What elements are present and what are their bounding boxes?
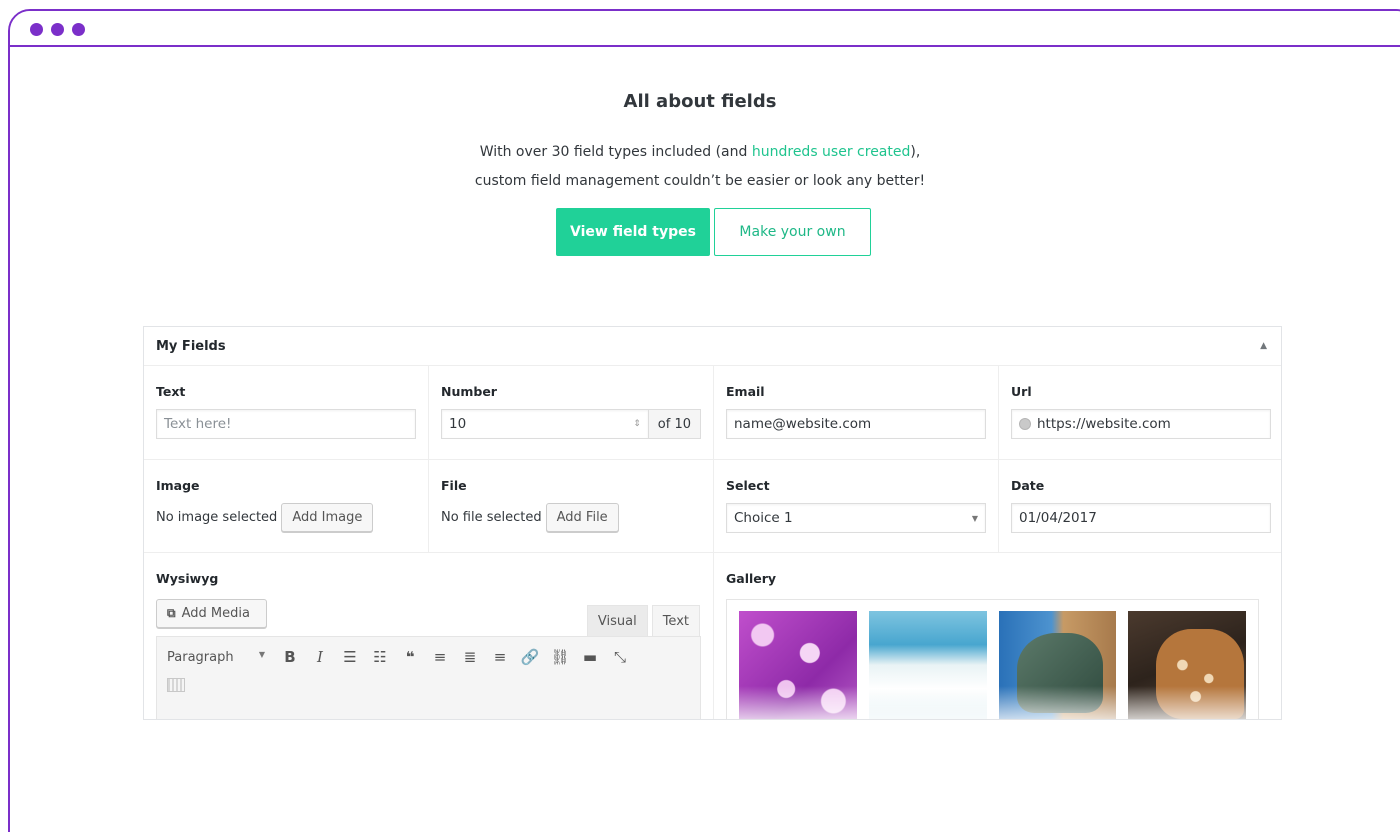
add-file-button[interactable]: Add File: [545, 503, 619, 532]
url-input[interactable]: https://website.com: [1011, 409, 1271, 439]
image-uploader: No image selected Add Image: [156, 503, 416, 532]
align-right-icon[interactable]: ≡: [485, 648, 515, 666]
url-field-label: Url: [1011, 384, 1032, 399]
select-field-label: Select: [726, 478, 770, 493]
statue-shape: [1016, 633, 1103, 713]
date-field-cell: Date 01/04/2017: [999, 460, 1281, 552]
panel-title: My Fields: [156, 339, 226, 354]
hundreds-user-created-link[interactable]: hundreds user created: [752, 144, 911, 160]
giraffe-photo[interactable]: [1128, 611, 1246, 719]
hero-line1-text: With over 30 field types included (and: [479, 144, 752, 160]
link-icon[interactable]: 🔗: [515, 648, 545, 666]
number-append: of 10: [648, 409, 701, 439]
align-left-icon[interactable]: ≡: [425, 648, 455, 666]
align-center-icon[interactable]: ≣: [455, 648, 485, 666]
numbered-list-icon[interactable]: ☷: [365, 648, 395, 666]
toolbar-row: [163, 671, 694, 699]
kitchen-sink-icon[interactable]: [167, 678, 185, 692]
image-field-cell: Image No image selected Add Image: [144, 460, 429, 552]
image-status: No image selected: [156, 510, 278, 525]
url-value: https://website.com: [1037, 416, 1171, 432]
my-fields-panel: My Fields ▲ Text Text here! Number 10 ⇕ …: [143, 326, 1282, 720]
bold-icon[interactable]: B: [275, 648, 305, 666]
text-field-label: Text: [156, 384, 186, 399]
add-media-label: Add Media: [181, 606, 250, 621]
add-image-button[interactable]: Add Image: [281, 503, 374, 532]
tab-visual[interactable]: Visual: [586, 605, 648, 636]
image-field-label: Image: [156, 478, 200, 493]
hero-line1-end: ),: [910, 144, 921, 160]
globe-icon: [1019, 418, 1031, 430]
read-more-icon[interactable]: ▬: [575, 648, 605, 666]
file-field-label: File: [441, 478, 467, 493]
email-field-label: Email: [726, 384, 765, 399]
fields-row: Wysiwyg ⧉ Add Media Visual Text Paragrap…: [144, 553, 1281, 719]
editor-tabs: Visual Text: [583, 605, 700, 636]
chevron-down-icon: ▼: [258, 649, 265, 659]
select-field-cell: Select Choice 1 ▼: [714, 460, 999, 552]
format-select[interactable]: Paragraph ▼: [163, 650, 275, 665]
giraffe-shape: [1156, 629, 1245, 719]
number-value: 10: [449, 416, 467, 432]
date-input[interactable]: 01/04/2017: [1011, 503, 1271, 533]
triangle-up-icon[interactable]: ▲: [1260, 341, 1267, 351]
toolbar-row: Paragraph ▼ B I ☰ ☷ ❝ ≡ ≣ ≡ 🔗 ⛓ ▬ ⤡: [163, 643, 694, 671]
bullet-list-icon[interactable]: ☰: [335, 648, 365, 666]
email-field-cell: Email name@website.com: [714, 366, 999, 459]
make-your-own-button[interactable]: Make your own: [714, 208, 871, 256]
unlink-icon[interactable]: ⛓: [545, 648, 575, 666]
spinner-icon[interactable]: ⇕: [633, 419, 641, 429]
tab-text[interactable]: Text: [651, 605, 700, 636]
window-dot-icon: [72, 23, 85, 36]
ocean-wave-photo[interactable]: [868, 611, 987, 719]
file-uploader: No file selected Add File: [441, 503, 701, 532]
add-media-wrap: ⧉ Add Media: [156, 599, 267, 628]
statue-photo[interactable]: [998, 611, 1117, 719]
gallery-grid: [726, 599, 1259, 719]
window-dot-icon: [51, 23, 64, 36]
email-input[interactable]: name@website.com: [726, 409, 986, 439]
number-field-cell: Number 10 ⇕ of 10: [429, 366, 714, 459]
add-media-button[interactable]: ⧉ Add Media: [156, 599, 267, 628]
page-title: All about fields: [623, 91, 777, 112]
text-input[interactable]: Text here!: [156, 409, 416, 439]
select-value: Choice 1: [734, 510, 793, 526]
browser-titlebar: [10, 11, 1400, 47]
gallery-field-label: Gallery: [726, 571, 777, 586]
file-status: No file selected: [441, 510, 542, 525]
wysiwyg-field-label: Wysiwyg: [156, 571, 219, 586]
hero-line2-text: custom field management couldn’t be easi…: [474, 173, 926, 189]
chevron-down-icon: ▼: [971, 513, 978, 523]
panel-header[interactable]: My Fields ▲: [144, 327, 1281, 366]
url-field-cell: Url https://website.com: [999, 366, 1281, 459]
file-field-cell: File No file selected Add File: [429, 460, 714, 552]
format-value: Paragraph: [167, 649, 234, 665]
fields-row: Image No image selected Add Image File N…: [144, 460, 1281, 553]
view-field-types-button[interactable]: View field types: [556, 208, 710, 256]
number-input-group: 10 ⇕ of 10: [441, 409, 701, 439]
italic-icon[interactable]: I: [305, 648, 335, 666]
hero-description: With over 30 field types included (and h…: [0, 138, 1400, 196]
text-field-cell: Text Text here!: [144, 366, 429, 459]
wysiwyg-field-cell: Wysiwyg ⧉ Add Media Visual Text Paragrap…: [144, 553, 714, 719]
date-field-label: Date: [1011, 478, 1045, 493]
window-dot-icon: [30, 23, 43, 36]
flowers-photo[interactable]: [739, 611, 857, 719]
media-icon: ⧉: [167, 606, 176, 620]
fullscreen-icon[interactable]: ⤡: [605, 648, 635, 666]
gallery-field-cell: Gallery: [714, 553, 1281, 719]
blockquote-icon[interactable]: ❝: [395, 648, 425, 666]
number-input[interactable]: 10 ⇕: [441, 409, 649, 439]
editor-toolbar: Paragraph ▼ B I ☰ ☷ ❝ ≡ ≣ ≡ 🔗 ⛓ ▬ ⤡: [156, 636, 701, 719]
number-field-label: Number: [441, 384, 497, 399]
choice-select[interactable]: Choice 1 ▼: [726, 503, 986, 533]
fields-row: Text Text here! Number 10 ⇕ of 10 Email …: [144, 366, 1281, 460]
